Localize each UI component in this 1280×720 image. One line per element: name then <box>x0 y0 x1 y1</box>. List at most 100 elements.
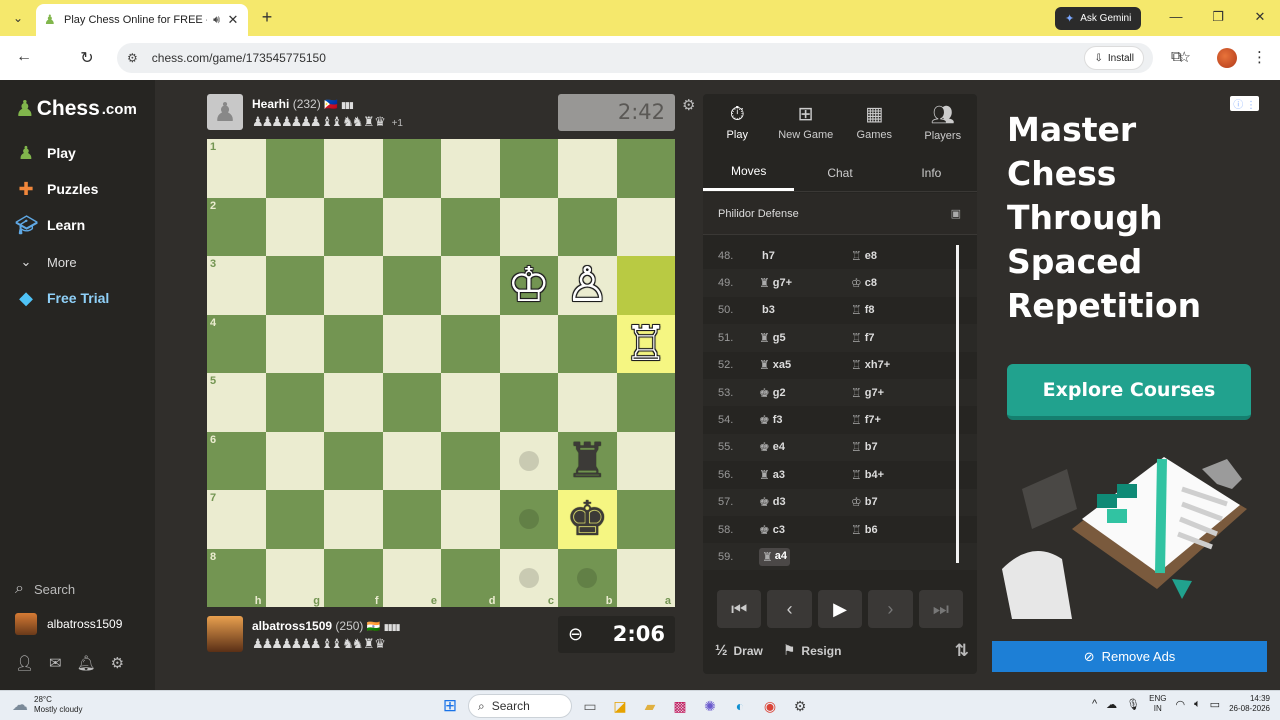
board-square[interactable] <box>616 256 675 315</box>
sidebar-item-puzzles[interactable]: ✚ Puzzles <box>15 178 98 200</box>
book-icon[interactable]: ▣ <box>951 207 961 220</box>
onedrive-icon[interactable]: ☁ <box>1106 698 1117 711</box>
board-square[interactable] <box>265 373 324 432</box>
black-move[interactable]: ♖ b6 <box>851 523 943 537</box>
explore-courses-button[interactable]: Explore Courses <box>1007 364 1251 420</box>
url-text[interactable]: chess.com/game/173545775150 <box>152 51 326 65</box>
clock-date[interactable]: 14:39 26-08-2026 <box>1229 694 1270 714</box>
tab-search-icon[interactable]: ⌄ <box>8 8 28 28</box>
task-view-icon[interactable]: ▭ <box>578 694 602 718</box>
board-square[interactable]: 4 <box>207 314 266 373</box>
tray-chevron-icon[interactable]: ^ <box>1092 698 1097 710</box>
board-square[interactable]: 5 <box>207 373 266 432</box>
board-square[interactable] <box>265 256 324 315</box>
sidebar-item-free-trial[interactable]: ◆ Free Trial <box>15 287 109 309</box>
install-button[interactable]: ⇩ Install <box>1084 46 1144 70</box>
board-square[interactable] <box>499 197 558 256</box>
board-square[interactable]: b <box>558 548 617 607</box>
black-piece[interactable]: ♚ <box>566 495 609 543</box>
white-move[interactable]: ♜ a4 <box>759 547 851 566</box>
board-square[interactable] <box>382 373 441 432</box>
play-moves-button[interactable]: ▶ <box>817 590 863 628</box>
board-square[interactable] <box>382 431 441 490</box>
weather-widget[interactable]: ☁ 28°C Mostly cloudy <box>12 695 82 715</box>
sidebar-user[interactable]: albatross1509 <box>15 613 122 635</box>
board-square[interactable] <box>382 490 441 549</box>
board-square[interactable] <box>616 139 675 198</box>
board-square[interactable]: ♚ <box>558 490 617 549</box>
previous-move-button[interactable]: ‹ <box>767 590 812 628</box>
black-move[interactable]: ♖ b4+ <box>851 468 943 482</box>
board-square[interactable] <box>382 314 441 373</box>
board-square[interactable]: 7 <box>207 490 266 549</box>
close-tab-icon[interactable]: ✕ <box>226 12 240 28</box>
white-piece[interactable]: ♙ <box>566 261 609 309</box>
board-square[interactable]: ♙ <box>558 256 617 315</box>
board-square[interactable] <box>265 490 324 549</box>
board-square[interactable] <box>324 314 383 373</box>
tab-players[interactable]: 👥︎ Players <box>909 94 978 150</box>
subtab-info[interactable]: Info <box>886 154 977 191</box>
board-square[interactable]: d <box>441 548 500 607</box>
black-move[interactable]: ♖ f8 <box>851 303 943 317</box>
browser-menu-icon[interactable]: ⋮ <box>1252 48 1267 66</box>
sidebar-item-learn[interactable]: 🎓︎ Learn <box>15 214 85 236</box>
profile-avatar[interactable] <box>1217 48 1237 68</box>
battery-icon[interactable]: ▭ <box>1210 698 1220 711</box>
board-square[interactable]: a <box>616 548 675 607</box>
first-move-button[interactable]: ⏮ <box>717 590 762 628</box>
white-move[interactable]: ♚ g2 <box>759 386 851 400</box>
ask-gemini-button[interactable]: ✦ Ask Gemini <box>1055 7 1142 30</box>
white-move[interactable]: ♜ a3 <box>759 468 851 482</box>
last-move-button[interactable]: ⏭ <box>918 590 964 628</box>
board-square[interactable] <box>441 431 500 490</box>
board-square[interactable] <box>324 197 383 256</box>
sidebar-item-more[interactable]: ⌄ More <box>15 251 77 273</box>
board-square[interactable]: 1 <box>207 139 266 198</box>
new-tab-button[interactable]: + <box>256 7 278 28</box>
move-hint-dot[interactable] <box>518 509 539 530</box>
top-player-name[interactable]: Hearhi <box>252 97 289 111</box>
board-square[interactable]: 3 <box>207 256 266 315</box>
board-square[interactable] <box>616 431 675 490</box>
board-square[interactable] <box>382 256 441 315</box>
white-move[interactable]: ♚ f3 <box>759 413 851 427</box>
board-square[interactable]: 8h <box>207 548 266 607</box>
settings-icon[interactable]: ⚙ <box>111 654 124 672</box>
board-square[interactable] <box>558 314 617 373</box>
board-settings-icon[interactable]: ⚙ <box>682 96 695 114</box>
white-move[interactable]: ♜ g7+ <box>759 276 851 290</box>
draw-button[interactable]: ½ Draw <box>715 642 763 659</box>
board-square[interactable] <box>265 197 324 256</box>
board-square[interactable]: c <box>499 548 558 607</box>
bottom-player-name[interactable]: albatross1509 <box>252 619 332 633</box>
board-square[interactable] <box>616 490 675 549</box>
board-square[interactable] <box>382 139 441 198</box>
board-square[interactable] <box>499 314 558 373</box>
board-square[interactable]: f <box>324 548 383 607</box>
tab-new-game[interactable]: ⊞ New Game <box>772 94 841 150</box>
mic-icon[interactable]: 🎙︎ <box>1126 698 1140 711</box>
board-square[interactable]: ♜ <box>558 431 617 490</box>
chrome-icon[interactable]: ◉ <box>758 694 782 718</box>
black-move[interactable]: ♖ xh7+ <box>851 358 943 372</box>
omnibox[interactable]: ⚙ chess.com/game/173545775150 ⇩ Install … <box>117 43 1191 73</box>
subtab-chat[interactable]: Chat <box>794 154 885 191</box>
board-square[interactable] <box>324 431 383 490</box>
board-square[interactable] <box>616 197 675 256</box>
board-square[interactable] <box>441 373 500 432</box>
wifi-icon[interactable]: ◠ <box>1175 698 1185 711</box>
reload-icon[interactable]: ↻ <box>77 48 97 68</box>
site-settings-icon[interactable]: ⚙ <box>127 51 138 65</box>
taskbar-search[interactable]: ⌕ Search <box>468 694 572 718</box>
sidebar-search[interactable]: ⌕ Search <box>15 580 75 598</box>
restore-icon[interactable]: ❐ <box>1210 9 1226 25</box>
move-list-scrollbar[interactable] <box>956 245 959 563</box>
board-square[interactable]: g <box>265 548 324 607</box>
black-move[interactable]: ♖ f7 <box>851 331 943 345</box>
file-explorer-icon[interactable]: ▰ <box>638 694 662 718</box>
sidebar-item-play[interactable]: ♟ Play <box>15 142 76 164</box>
white-piece[interactable]: ♔ <box>507 261 550 309</box>
board-square[interactable] <box>324 373 383 432</box>
board-square[interactable] <box>441 314 500 373</box>
